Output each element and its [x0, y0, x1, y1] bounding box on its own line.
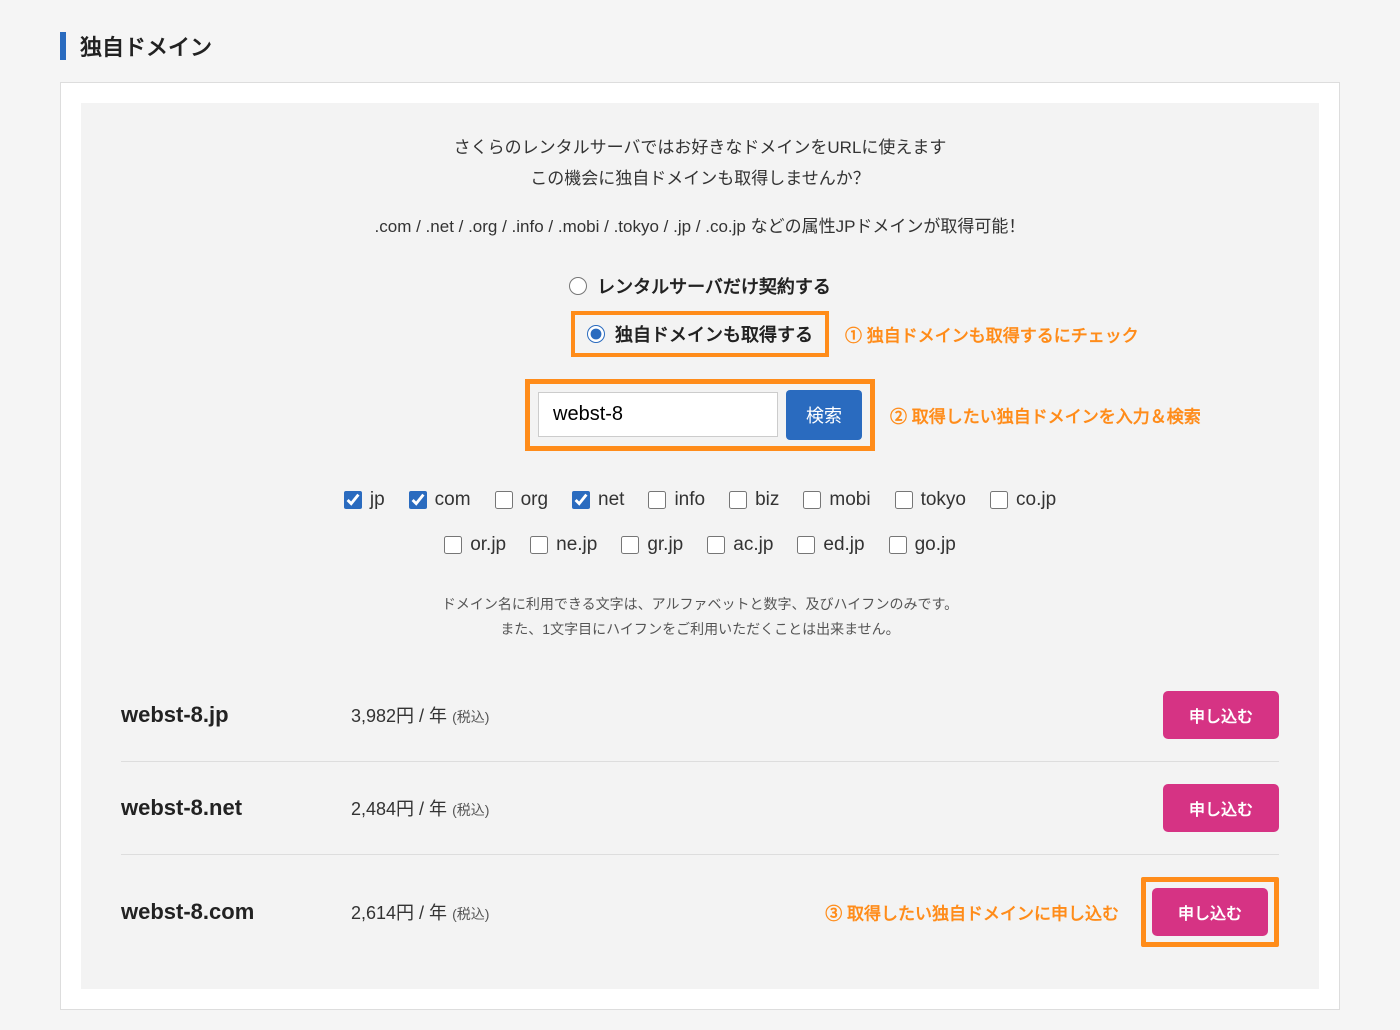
result-domain-name: webst-8.net: [121, 795, 351, 821]
tld-checkbox-org[interactable]: org: [495, 479, 548, 521]
tld-checkbox-net[interactable]: net: [572, 479, 624, 521]
tld-checkbox-input-or-jp[interactable]: [444, 536, 462, 554]
tld-checkbox-input-co-jp[interactable]: [990, 491, 1008, 509]
annotation-2: ② 取得したい独自ドメインを入力＆検索: [890, 402, 1201, 427]
apply-button[interactable]: 申し込む: [1163, 691, 1279, 739]
tld-checkbox-jp[interactable]: jp: [344, 479, 385, 521]
radio-server-only-input[interactable]: [569, 277, 587, 295]
tld-checkbox-input-go-jp[interactable]: [889, 536, 907, 554]
radio-server-only[interactable]: レンタルサーバだけ契約する: [557, 267, 843, 305]
result-domain-name: webst-8.jp: [121, 702, 351, 728]
tld-checkbox-ac-jp[interactable]: ac.jp: [707, 524, 773, 566]
tld-checkbox-input-ne-jp[interactable]: [530, 536, 548, 554]
tld-checkbox-input-net[interactable]: [572, 491, 590, 509]
radio-with-domain-label: 独自ドメインも取得する: [615, 321, 813, 347]
tld-checkbox-co-jp[interactable]: co.jp: [990, 479, 1056, 521]
search-button[interactable]: 検索: [786, 390, 862, 440]
tld-label: tokyo: [921, 479, 966, 521]
intro-line-1: さくらのレンタルサーバではお好きなドメインをURLに使えます: [121, 133, 1279, 164]
content-box: さくらのレンタルサーバではお好きなドメインをURLに使えます この機会に独自ドメ…: [60, 82, 1340, 1010]
domain-input[interactable]: [538, 392, 778, 437]
title-accent-bar: [60, 32, 66, 60]
annotation-3: ③ 取得したい独自ドメインに申し込む: [825, 899, 1119, 924]
tld-checkbox-biz[interactable]: biz: [729, 479, 779, 521]
tld-checkbox-gr-jp[interactable]: gr.jp: [621, 524, 683, 566]
domain-search-wrap: 検索 ② 取得したい独自ドメインを入力＆検索: [121, 379, 1279, 451]
tld-label: ac.jp: [733, 524, 773, 566]
tld-label: net: [598, 479, 624, 521]
tld-checkbox-input-ed-jp[interactable]: [797, 536, 815, 554]
tld-checkbox-input-gr-jp[interactable]: [621, 536, 639, 554]
tld-checkbox-info[interactable]: info: [648, 479, 705, 521]
result-domain-name: webst-8.com: [121, 899, 351, 925]
search-results: webst-8.jp3,982円 / 年 (税込)申し込むwebst-8.net…: [121, 669, 1279, 969]
tld-label: co.jp: [1016, 479, 1056, 521]
tld-label: mobi: [829, 479, 870, 521]
tld-checkbox-com[interactable]: com: [409, 479, 471, 521]
tld-checkbox-ne-jp[interactable]: ne.jp: [530, 524, 597, 566]
help-line-2: また、1文字目にハイフンをご利用いただくことは出来ません。: [121, 617, 1279, 642]
section-title: 独自ドメイン: [60, 20, 1340, 82]
page-title: 独自ドメイン: [80, 30, 212, 62]
domain-search-highlight: 検索 ② 取得したい独自ドメインを入力＆検索: [525, 379, 875, 451]
radio-with-domain[interactable]: 独自ドメインも取得する ① 独自ドメインも取得するにチェック: [571, 311, 829, 357]
tld-label: info: [674, 479, 705, 521]
tld-checkbox-input-org[interactable]: [495, 491, 513, 509]
tld-checkbox-go-jp[interactable]: go.jp: [889, 524, 956, 566]
result-row: webst-8.jp3,982円 / 年 (税込)申し込む: [121, 669, 1279, 762]
domain-help-text: ドメイン名に利用できる文字は、アルファベットと数字、及びハイフンのみです。 また…: [121, 592, 1279, 642]
tld-checkbox-tokyo[interactable]: tokyo: [895, 479, 966, 521]
tld-label: ne.jp: [556, 524, 597, 566]
contract-option-radios: レンタルサーバだけ契約する 独自ドメインも取得する ① 独自ドメインも取得するに…: [121, 267, 1279, 357]
intro-line-2: この機会に独自ドメインも取得しませんか？: [121, 164, 1279, 195]
radio-server-only-label: レンタルサーバだけ契約する: [597, 273, 831, 299]
result-row: ③ 取得したい独自ドメインに申し込むwebst-8.com2,614円 / 年 …: [121, 855, 1279, 969]
tld-label: ed.jp: [823, 524, 864, 566]
result-price: 2,484円 / 年 (税込): [351, 795, 1163, 821]
tld-label: gr.jp: [647, 524, 683, 566]
intro-line-3: .com / .net / .org / .info / .mobi / .to…: [121, 212, 1279, 243]
tld-label: org: [521, 479, 548, 521]
tld-label: jp: [370, 479, 385, 521]
inner-panel: さくらのレンタルサーバではお好きなドメインをURLに使えます この機会に独自ドメ…: [81, 103, 1319, 989]
tld-label: biz: [755, 479, 779, 521]
tld-checkbox-group: jp com org net info biz mobi tokyo co.jp or.jp ne.…: [121, 479, 1279, 570]
tld-label: or.jp: [470, 524, 506, 566]
tld-checkbox-input-info[interactable]: [648, 491, 666, 509]
annotation-1: ① 独自ドメインも取得するにチェック: [845, 321, 1139, 346]
tld-checkbox-input-ac-jp[interactable]: [707, 536, 725, 554]
tld-checkbox-or-jp[interactable]: or.jp: [444, 524, 506, 566]
tld-checkbox-input-com[interactable]: [409, 491, 427, 509]
tld-checkbox-mobi[interactable]: mobi: [803, 479, 870, 521]
tld-label: com: [435, 479, 471, 521]
tld-label: go.jp: [915, 524, 956, 566]
result-price: 3,982円 / 年 (税込): [351, 702, 1163, 728]
apply-button[interactable]: 申し込む: [1152, 888, 1268, 936]
apply-button[interactable]: 申し込む: [1163, 784, 1279, 832]
tld-checkbox-input-jp[interactable]: [344, 491, 362, 509]
radio-with-domain-input[interactable]: [587, 325, 605, 343]
tld-checkbox-input-tokyo[interactable]: [895, 491, 913, 509]
help-line-1: ドメイン名に利用できる文字は、アルファベットと数字、及びハイフンのみです。: [121, 592, 1279, 617]
tld-checkbox-input-mobi[interactable]: [803, 491, 821, 509]
tld-checkbox-input-biz[interactable]: [729, 491, 747, 509]
apply-button-highlight: 申し込む: [1141, 877, 1279, 947]
result-row: webst-8.net2,484円 / 年 (税込)申し込む: [121, 762, 1279, 855]
tld-checkbox-ed-jp[interactable]: ed.jp: [797, 524, 864, 566]
